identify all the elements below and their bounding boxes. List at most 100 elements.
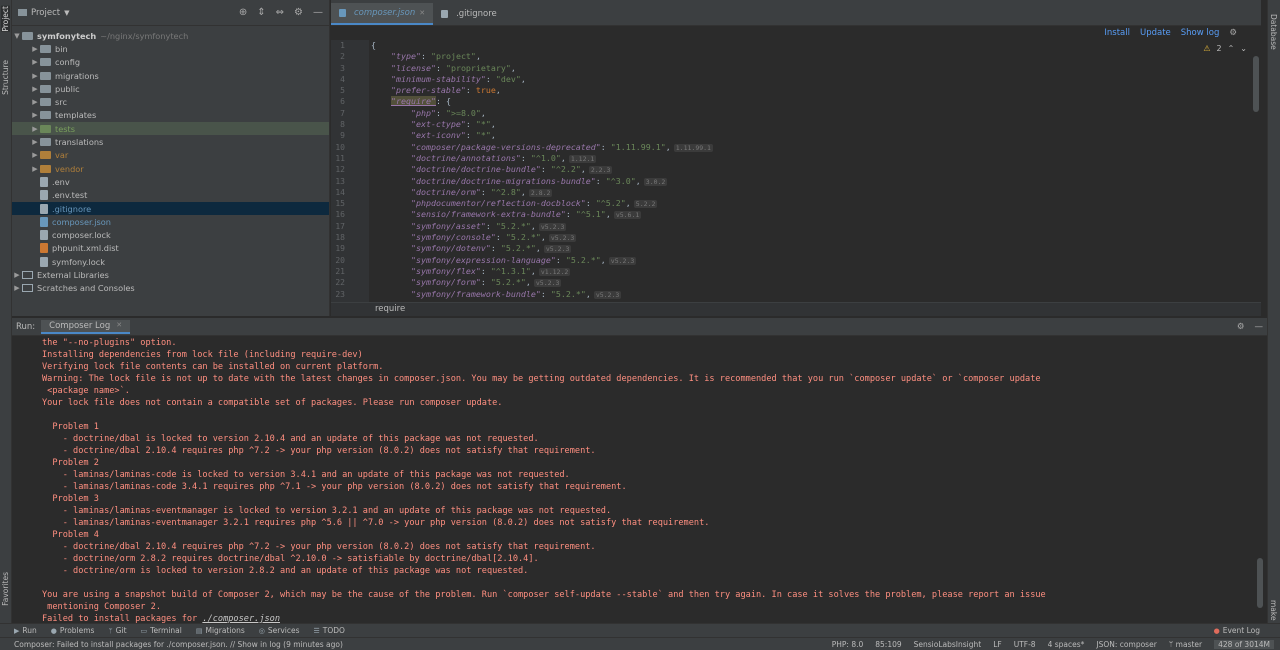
folder-icon [40,71,51,80]
expand-all-icon[interactable]: ⇕ [257,7,265,18]
line-separator[interactable]: LF [993,640,1002,649]
project-view-selector[interactable]: Project ▼ [18,8,69,18]
minimize-icon[interactable]: — [1255,322,1264,332]
tab-composer-log[interactable]: Composer Log ✕ [41,319,131,334]
tree-item[interactable]: .env [12,175,329,188]
project-tool-tab[interactable]: Project [1,6,10,32]
show-log-button[interactable]: Show log [1181,28,1220,38]
close-icon[interactable]: ✕ [116,321,122,331]
memory-indicator[interactable]: 428 of 3014M [1214,639,1274,649]
folder-icon [40,58,51,67]
tool-button-git[interactable]: ᛘ Git [108,626,126,635]
tool-button-terminal[interactable]: ▭ Terminal [141,626,182,635]
editor-area: composer.json ✕ .gitignore Install Updat… [331,0,1261,316]
tree-item[interactable]: .env.test [12,189,329,202]
git-branch[interactable]: ᛘ master [1169,640,1202,649]
gear-icon[interactable]: ⚙ [1229,28,1237,38]
code-key: "require" [390,96,436,107]
tree-item[interactable]: ▶ public [12,82,329,95]
tree-label: .env.test [52,190,88,201]
tab-gitignore[interactable]: .gitignore [433,3,505,25]
collapse-all-icon[interactable]: ⇔ [276,7,284,18]
chevron-down-icon[interactable]: ▼ [12,32,22,40]
tool-button-todo[interactable]: ☰ TODO [314,626,345,635]
root-folder-path: ~/nginx/symfonytech [100,30,189,41]
chevron-right-icon[interactable]: ▶ [30,165,40,173]
chevron-right-icon[interactable]: ▶ [30,125,40,133]
chevron-right-icon[interactable]: ▶ [30,72,40,80]
close-icon[interactable]: ✕ [419,9,425,17]
make-tool-tab[interactable]: make [1269,600,1278,621]
tool-button-label: Problems [59,626,95,635]
tree-item[interactable]: ▶ migrations [12,69,329,82]
chevron-right-icon[interactable]: ▶ [12,271,22,279]
update-button[interactable]: Update [1140,28,1171,38]
tree-item[interactable]: composer.json [12,215,329,228]
database-tool-tab[interactable]: Database [1269,14,1278,50]
composer-actions: Install Update Show log ⚙ [1104,26,1261,40]
composer-json-link[interactable]: ./composer.json [202,614,280,623]
favorites-tool-tab[interactable]: Favorites [1,572,10,606]
tool-button-migrations[interactable]: ▤ Migrations [196,626,245,635]
json-schema[interactable]: JSON: composer [1096,640,1156,649]
tree-item[interactable]: phpunit.xml.dist [12,242,329,255]
tree-item[interactable]: .gitignore [12,201,329,216]
event-log-label: Event Log [1222,626,1260,635]
locate-icon[interactable]: ⊕ [239,7,247,18]
tree-item[interactable]: ▶ translations [12,135,329,148]
code-key: "doctrine/doctrine-bundle" [410,164,541,175]
chevron-right-icon[interactable]: ▶ [30,111,40,119]
insight-plugin[interactable]: SensioLabsInsight [914,640,982,649]
tool-button-problems[interactable]: ● Problems [51,626,95,635]
tab-composer-json[interactable]: composer.json ✕ [331,3,434,25]
code-key: "php" [410,107,436,118]
minimize-icon[interactable]: — [313,7,323,18]
code-value: "5.2.*" [565,254,601,265]
status-message[interactable]: Composer: Failed to install packages for… [14,640,343,649]
tree-item[interactable]: ▶ tests [12,122,329,136]
editor-scrollbar[interactable] [1253,56,1259,112]
file-icon [441,10,449,18]
indent-setting[interactable]: 4 spaces* [1048,640,1085,649]
tree-item[interactable]: symfony.lock [12,255,329,268]
bottom-tool-bar: ▶ Run ● Problems ᛘ Git ▭ Terminal ▤ Migrations ◎ Se… [0,623,1280,637]
tree-external-libraries[interactable]: ▶ External Libraries [12,268,329,281]
chevron-right-icon[interactable]: ▶ [30,98,40,106]
tree-item[interactable]: composer.lock [12,228,329,241]
tree-item[interactable]: ▶ vendor [12,162,329,175]
tree-scratches[interactable]: ▶ Scratches and Consoles [12,282,329,295]
event-log-button[interactable]: ● Event Log [1214,626,1280,635]
tree-root[interactable]: ▼ symfonytech ~/nginx/symfonytech [12,29,329,42]
version-hint: v5.2.3 [543,245,572,254]
code-content[interactable]: { "type": "project", "license": "proprie… [369,40,1261,302]
tree-label: translations [55,137,104,148]
structure-tool-tab[interactable]: Structure [1,60,10,95]
chevron-right-icon[interactable]: ▶ [30,58,40,66]
line-number: 5 [340,86,345,96]
php-version[interactable]: PHP: 8.0 [832,640,864,649]
console-scrollbar[interactable] [1257,558,1263,608]
tree-label: tests [55,123,75,134]
chevron-right-icon[interactable]: ▶ [30,45,40,53]
tree-item[interactable]: ▶ src [12,95,329,108]
gear-icon[interactable]: ⚙ [1237,322,1245,332]
breadcrumb[interactable]: require [331,302,1261,316]
chevron-right-icon[interactable]: ▶ [30,85,40,93]
console-output[interactable]: the "--no-plugins" option. Installing dep… [12,337,1255,623]
tree-item[interactable]: ▶ config [12,56,329,69]
chevron-right-icon[interactable]: ▶ [30,138,40,146]
tool-button-run[interactable]: ▶ Run [14,626,37,635]
caret-position[interactable]: 85:109 [875,640,901,649]
install-button[interactable]: Install [1104,28,1130,38]
chevron-right-icon[interactable]: ▶ [12,284,22,292]
tree-item[interactable]: ▶ var [12,149,329,162]
tool-button-services[interactable]: ◎ Services [259,626,300,635]
code-line: "minimum-stability": "dev", [390,73,526,84]
file-encoding[interactable]: UTF-8 [1014,640,1036,649]
chevron-right-icon[interactable]: ▶ [30,151,40,159]
tree-item[interactable]: ▶ templates [12,109,329,122]
tree-item[interactable]: ▶ bin [12,42,329,55]
code-line: "symfony/asset": "5.2.*", v5.2.3 [410,220,567,231]
gear-icon[interactable]: ⚙ [294,7,303,18]
code-value: "^1.3.1" [490,265,531,276]
